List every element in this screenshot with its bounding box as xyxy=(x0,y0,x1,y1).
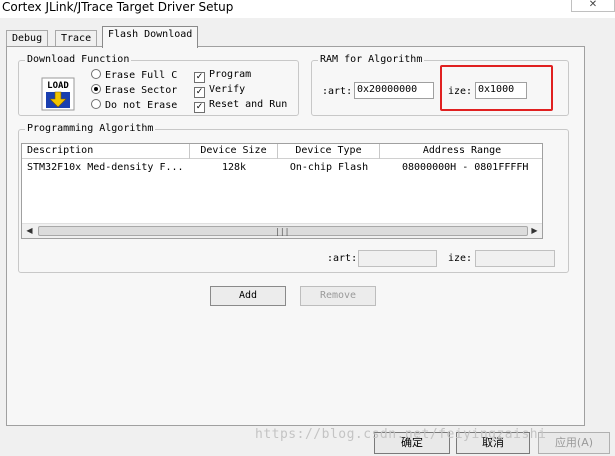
erase-sector-option[interactable]: Erase Sector xyxy=(91,84,177,97)
row-description: STM32F10x Med-density F... xyxy=(27,162,184,173)
load-icon: LOAD xyxy=(41,77,75,111)
row-device-size: 128k xyxy=(221,162,247,173)
verify-checkbox[interactable]: ✓ Verify xyxy=(194,84,246,98)
apply-button[interactable]: 应用(A) xyxy=(538,432,610,454)
column-address-range[interactable]: Address Range xyxy=(380,144,542,159)
tab-label: Flash Download xyxy=(108,29,193,40)
title-bar: Cortex JLink/JTrace Target Driver Setup … xyxy=(0,0,615,18)
programming-algorithm-legend: Programming Algorithm xyxy=(25,123,156,134)
ram-for-algorithm-legend: RAM for Algorithm xyxy=(318,54,425,65)
checkbox-label: Verify xyxy=(209,84,246,95)
scroll-thumb[interactable]: ||| xyxy=(38,226,528,236)
algo-size-label: ize: xyxy=(448,253,473,264)
horizontal-scrollbar[interactable]: ◀ ||| ▶ xyxy=(22,223,542,238)
close-button[interactable]: ✕ xyxy=(571,0,615,12)
checkmark-icon: ✓ xyxy=(194,72,205,83)
highlight-box xyxy=(440,65,553,111)
radio-icon xyxy=(91,99,101,109)
add-button[interactable]: Add xyxy=(210,286,286,306)
ram-start-input[interactable]: 0x20000000 xyxy=(354,82,434,99)
radio-label: Erase Sector xyxy=(105,85,178,96)
download-function-legend: Download Function xyxy=(25,54,132,65)
window-title: Cortex JLink/JTrace Target Driver Setup xyxy=(2,0,234,14)
remove-button[interactable]: Remove xyxy=(300,286,376,306)
column-device-size[interactable]: Device Size xyxy=(190,144,278,159)
grip-icon: ||| xyxy=(275,227,290,236)
algo-start-input[interactable] xyxy=(358,250,437,267)
row-device-type: On-chip Flash xyxy=(289,162,369,173)
checkbox-label: Reset and Run xyxy=(209,99,288,110)
radio-selected-icon xyxy=(91,84,101,94)
radio-icon xyxy=(91,69,101,79)
program-checkbox[interactable]: ✓ Program xyxy=(194,69,252,83)
cancel-button[interactable]: 取消 xyxy=(456,432,530,454)
load-icon-text: LOAD xyxy=(47,81,69,91)
ram-start-label: :art: xyxy=(322,86,353,97)
checkmark-icon: ✓ xyxy=(194,87,205,98)
ram-for-algorithm-group: RAM for Algorithm :art: 0x20000000 ize: … xyxy=(311,54,569,116)
tab-label: Debug xyxy=(12,33,43,44)
row-address-range: 08000000H - 0801FFFFH xyxy=(402,162,529,173)
column-device-type[interactable]: Device Type xyxy=(278,144,380,159)
reset-and-run-checkbox[interactable]: ✓ Reset and Run xyxy=(194,99,288,113)
list-header: Description Device Size Device Type Addr… xyxy=(22,144,542,159)
erase-full-chip-option[interactable]: Erase Full C xyxy=(91,69,177,82)
scroll-left-icon[interactable]: ◀ xyxy=(23,225,36,237)
tab-flash-download[interactable]: Flash Download xyxy=(102,26,199,48)
flash-download-panel: Download Function LOAD Erase Full C Eras… xyxy=(6,46,585,426)
column-description[interactable]: Description xyxy=(22,144,190,159)
download-function-group: Download Function LOAD Erase Full C Eras… xyxy=(18,54,299,116)
close-icon: ✕ xyxy=(588,0,598,10)
checkmark-icon: ✓ xyxy=(194,102,205,113)
do-not-erase-option[interactable]: Do not Erase xyxy=(91,99,177,112)
ok-button[interactable]: 确定 xyxy=(374,432,450,454)
tab-label: Trace xyxy=(61,33,92,44)
scroll-right-icon[interactable]: ▶ xyxy=(528,225,541,237)
algorithm-list[interactable]: Description Device Size Device Type Addr… xyxy=(21,143,543,239)
radio-label: Erase Full C xyxy=(105,70,178,81)
checkbox-label: Program xyxy=(209,69,252,80)
algo-start-label: :art: xyxy=(327,253,358,264)
algo-size-input[interactable] xyxy=(475,250,555,267)
radio-label: Do not Erase xyxy=(105,100,178,111)
